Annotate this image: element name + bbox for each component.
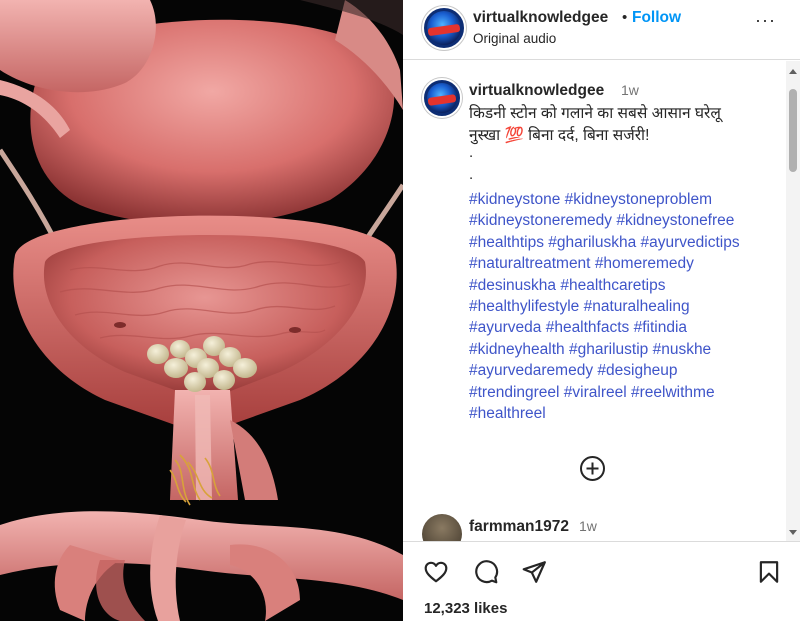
hashtag-link[interactable]: #kidneystoneremedy <box>469 212 612 229</box>
hashtag-line: #desinuskha #healthcaretips <box>469 275 774 296</box>
caption-dot: . <box>469 165 474 183</box>
hashtag-line: #naturaltreatment #homeremedy <box>469 253 774 274</box>
like-button[interactable] <box>423 559 449 585</box>
hashtag-link[interactable]: #kidneystonefree <box>616 212 734 229</box>
hashtag-line: #kidneyhealth #gharilustip #nuskhe <box>469 339 774 360</box>
hashtag-link[interactable]: #healthtips <box>469 234 544 251</box>
hashtag-line: #healthreel <box>469 403 774 424</box>
hashtag-link[interactable]: #nuskhe <box>653 341 712 358</box>
hashtag-link[interactable]: #ayurvedaremedy <box>469 362 593 379</box>
header-separator: • <box>622 9 628 26</box>
caption-line: किडनी स्टोन को गलाने का सबसे आसान घरेलू <box>469 105 721 122</box>
hashtag-list: #kidneystone #kidneystoneproblem #kidneys… <box>469 189 774 424</box>
hashtag-link[interactable]: #desinuskha <box>469 277 556 294</box>
hashtag-line: #healthtips #ghariluskha #ayurvedictips <box>469 232 774 253</box>
send-icon <box>522 561 546 583</box>
caption-timestamp[interactable]: 1w <box>621 82 639 98</box>
comment-timestamp[interactable]: 1w <box>579 518 597 534</box>
hashtag-line: #kidneystone #kidneystoneproblem <box>469 189 774 210</box>
hashtag-line: #ayurvedaremedy #desigheup <box>469 360 774 381</box>
share-button[interactable] <box>521 559 547 585</box>
hashtag-link[interactable]: #naturalhealing <box>584 298 690 315</box>
comment-button[interactable] <box>473 559 499 585</box>
author-avatar[interactable] <box>422 6 466 50</box>
caption-username[interactable]: virtualknowledgee <box>469 82 604 100</box>
hashtag-link[interactable]: #kidneystoneproblem <box>565 191 712 208</box>
hashtag-link[interactable]: #fitindia <box>634 319 687 336</box>
hashtag-link[interactable]: #gharilustip <box>569 341 648 358</box>
caption-text: किडनी स्टोन को गलाने का सबसे आसान घरेलू … <box>469 103 774 424</box>
post-media[interactable] <box>0 0 403 621</box>
hashtag-line: #ayurveda #healthfacts #fitindia <box>469 317 774 338</box>
hashtag-link[interactable]: #reelwithme <box>631 384 715 401</box>
load-more-comments-button[interactable] <box>579 455 606 482</box>
scroll-up-arrow-icon[interactable] <box>789 69 797 74</box>
hashtag-line: #trendingreel #viralreel #reelwithme <box>469 382 774 403</box>
scroll-down-arrow-icon[interactable] <box>789 530 797 535</box>
post-details-panel: virtualknowledgee • Follow Original audi… <box>403 0 800 621</box>
save-button[interactable] <box>756 559 782 585</box>
more-options-icon[interactable]: ··· <box>755 10 776 31</box>
commenter-username[interactable]: farmman1972 <box>469 518 569 536</box>
hashtag-link[interactable]: #ayurveda <box>469 319 541 336</box>
hashtag-link[interactable]: #naturaltreatment <box>469 255 591 272</box>
hashtag-link[interactable]: #healthcaretips <box>560 277 665 294</box>
likes-count[interactable]: 12,323 likes <box>424 600 507 617</box>
commenter-avatar[interactable] <box>422 514 462 541</box>
hashtag-link[interactable]: #healthylifestyle <box>469 298 579 315</box>
author-username[interactable]: virtualknowledgee <box>473 9 608 27</box>
hashtag-line: #kidneystoneremedy #kidneystonefree <box>469 210 774 231</box>
action-bar: 12,323 likes <box>403 541 800 621</box>
caption-avatar[interactable] <box>422 78 462 118</box>
hashtag-link[interactable]: #homeremedy <box>595 255 694 272</box>
scrollbar-thumb[interactable] <box>789 89 797 172</box>
hashtag-link[interactable]: #ayurvedictips <box>641 234 740 251</box>
caption-dot: . <box>469 144 474 161</box>
caption-section: virtualknowledgee 1w किडनी स्टोन को गलान… <box>403 61 800 541</box>
plus-circle-icon <box>580 456 605 481</box>
post-header: virtualknowledgee • Follow Original audi… <box>403 0 800 60</box>
bookmark-icon <box>759 561 779 583</box>
hashtag-link[interactable]: #kidneystone <box>469 191 560 208</box>
comment-icon <box>475 560 499 584</box>
follow-button[interactable]: Follow <box>632 9 681 27</box>
hashtag-link[interactable]: #trendingreel <box>469 384 559 401</box>
audio-link[interactable]: Original audio <box>473 31 556 46</box>
hashtag-link[interactable]: #healthreel <box>469 405 546 422</box>
hashtag-link[interactable]: #ghariluskha <box>548 234 636 251</box>
hashtag-link[interactable]: #kidneyhealth <box>469 341 565 358</box>
hashtag-line: #healthylifestyle #naturalhealing <box>469 296 774 317</box>
bladder-illustration <box>0 0 403 621</box>
hashtag-link[interactable]: #healthfacts <box>546 319 630 336</box>
heart-icon <box>424 561 448 583</box>
hashtag-link[interactable]: #viralreel <box>564 384 627 401</box>
hashtag-link[interactable]: #desigheup <box>597 362 677 379</box>
caption-line: नुस्खा 💯 बिना दर्द, बिना सर्जरी! <box>469 126 650 144</box>
caption-scrollbar[interactable] <box>786 61 800 541</box>
